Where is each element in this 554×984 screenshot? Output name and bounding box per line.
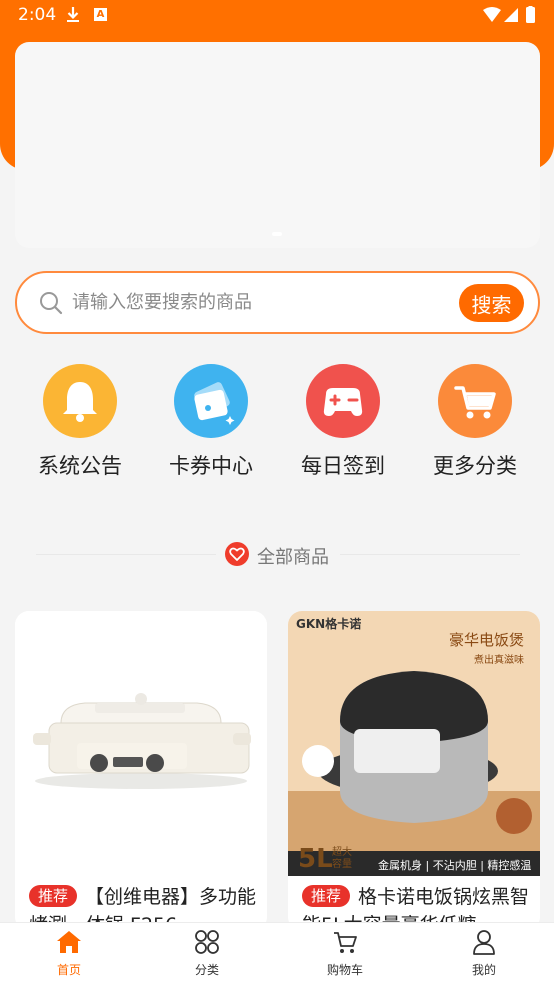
recommend-tag: 推荐 [302,885,351,907]
cart-icon [334,932,357,953]
status-bar: 2:04 A [0,0,554,30]
quick-link-label: 更多分类 [433,454,517,478]
banner-carousel[interactable] [15,42,540,248]
download-icon [67,7,79,22]
tab-label: 我的 [471,963,496,977]
coupon-icon [174,364,248,438]
bottom-tab-bar: 首页 分类 购物车 我的 [0,922,554,984]
divider [36,554,216,555]
quick-link-label: 系统公告 [38,454,122,478]
section-header: 全部商品 [0,540,554,570]
tab-label: 分类 [194,963,219,977]
search-bar: 搜索 [15,271,540,334]
status-time: 2:04 [18,5,57,25]
feature: 不沾内胆 [432,859,477,872]
divider [340,554,520,555]
tab-mine[interactable]: 我的 [444,929,524,978]
promo-subline: 煮出真滋味 [474,655,524,666]
capacity-badge: 5L [298,844,333,874]
feature-list: 金属机身 | 不沾内胆 | 精控感温 [378,859,532,872]
heart-icon [225,542,249,566]
quick-link-label: 卡券中心 [169,454,253,478]
tab-category[interactable]: 分类 [167,929,247,978]
tab-label: 购物车 [326,963,363,977]
cart-icon [438,364,512,438]
product-card[interactable]: 推荐【创维电器】多功能烤涮一体锅 F256 [15,611,267,931]
capacity-note: 超大容量 [332,847,352,870]
quick-link-label: 每日签到 [301,454,385,478]
product-image [15,611,267,876]
section-title: 全部商品 [257,547,329,568]
user-icon [473,930,495,955]
gamepad-icon [306,364,380,438]
tab-label: 首页 [56,963,81,977]
category-icon [195,930,219,954]
search-icon [40,292,63,315]
search-input[interactable] [72,273,452,332]
search-button[interactable]: 搜索 [459,284,524,322]
quick-link-coupons[interactable]: 卡券中心 [151,364,271,480]
tab-cart[interactable]: 购物车 [305,929,385,978]
product-image: GKN格卡诺 豪华电饭煲 煮出真滋味 5L 超大容量 金属机身 | 不沾内胆 |… [288,611,540,876]
feature: 金属机身 [378,859,422,872]
home-icon [57,931,81,953]
brand-logo: GKN格卡诺 [296,617,362,631]
feature: 精控感温 [487,859,532,872]
promo-headline: 豪华电饭煲 [448,631,524,649]
quick-link-more-categories[interactable]: 更多分类 [415,364,535,480]
quick-link-checkin[interactable]: 每日签到 [283,364,403,480]
bell-icon [43,364,117,438]
tab-home[interactable]: 首页 [29,929,109,978]
status-icons [483,6,535,23]
recommend-tag: 推荐 [29,885,78,907]
notification-a-icon: A [94,8,107,21]
product-card[interactable]: GKN格卡诺 豪华电饭煲 煮出真滋味 5L 超大容量 金属机身 | 不沾内胆 |… [288,611,540,931]
carousel-indicator [272,232,282,236]
quick-link-announcement[interactable]: 系统公告 [20,364,140,480]
